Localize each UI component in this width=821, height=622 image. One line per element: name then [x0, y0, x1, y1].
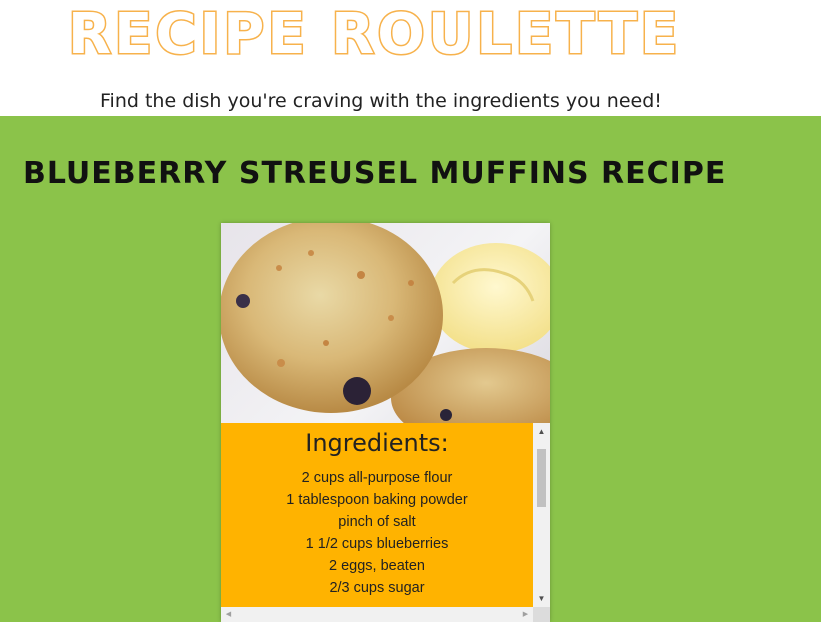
site-title: RECIPE ROULETTE: [66, 1, 682, 69]
ingredients-heading: Ingredients:: [305, 429, 449, 457]
site-tagline: Find the dish you're craving with the in…: [100, 90, 662, 112]
ingredient-item: 2 eggs, beaten: [329, 558, 425, 574]
scroll-left-arrow-icon[interactable]: ◀: [221, 607, 236, 622]
scroll-down-arrow-icon[interactable]: ▼: [533, 590, 550, 607]
recipe-title: BLUEBERRY STREUSEL MUFFINS RECIPE: [23, 156, 727, 191]
ingredients-list: 2 cups all-purpose flour 1 tablespoon ba…: [221, 467, 533, 599]
recipe-photo: [221, 223, 550, 423]
ingredient-item: pinch of salt: [338, 514, 416, 530]
ingredient-item: 1 1/2 cups blueberries: [305, 536, 449, 552]
main-content: BLUEBERRY STREUSEL MUFFINS RECIPE Ingred…: [0, 116, 821, 622]
recipe-card: Ingredients: 2 cups all-purpose flour 1 …: [221, 223, 550, 622]
ingredient-item: 2/3 cups sugar: [329, 580, 425, 596]
ingredient-item: 1 tablespoon baking powder: [286, 492, 468, 508]
ingredients-scroll-area[interactable]: Ingredients: 2 cups all-purpose flour 1 …: [221, 423, 533, 607]
scroll-up-arrow-icon[interactable]: ▲: [533, 423, 550, 440]
ingredients-panel[interactable]: Ingredients: 2 cups all-purpose flour 1 …: [221, 423, 550, 622]
vertical-scrollbar[interactable]: ▲ ▼: [533, 423, 550, 607]
scrollbar-corner: [533, 607, 550, 622]
horizontal-scrollbar[interactable]: ◀ ▶: [221, 607, 533, 622]
scroll-right-arrow-icon[interactable]: ▶: [518, 607, 533, 622]
ingredient-item: 2 cups all-purpose flour: [301, 470, 453, 486]
muffin-image-icon: [221, 223, 550, 423]
site-header: RECIPE ROULETTE Find the dish you're cra…: [0, 0, 821, 116]
scrollbar-thumb[interactable]: [537, 449, 546, 507]
